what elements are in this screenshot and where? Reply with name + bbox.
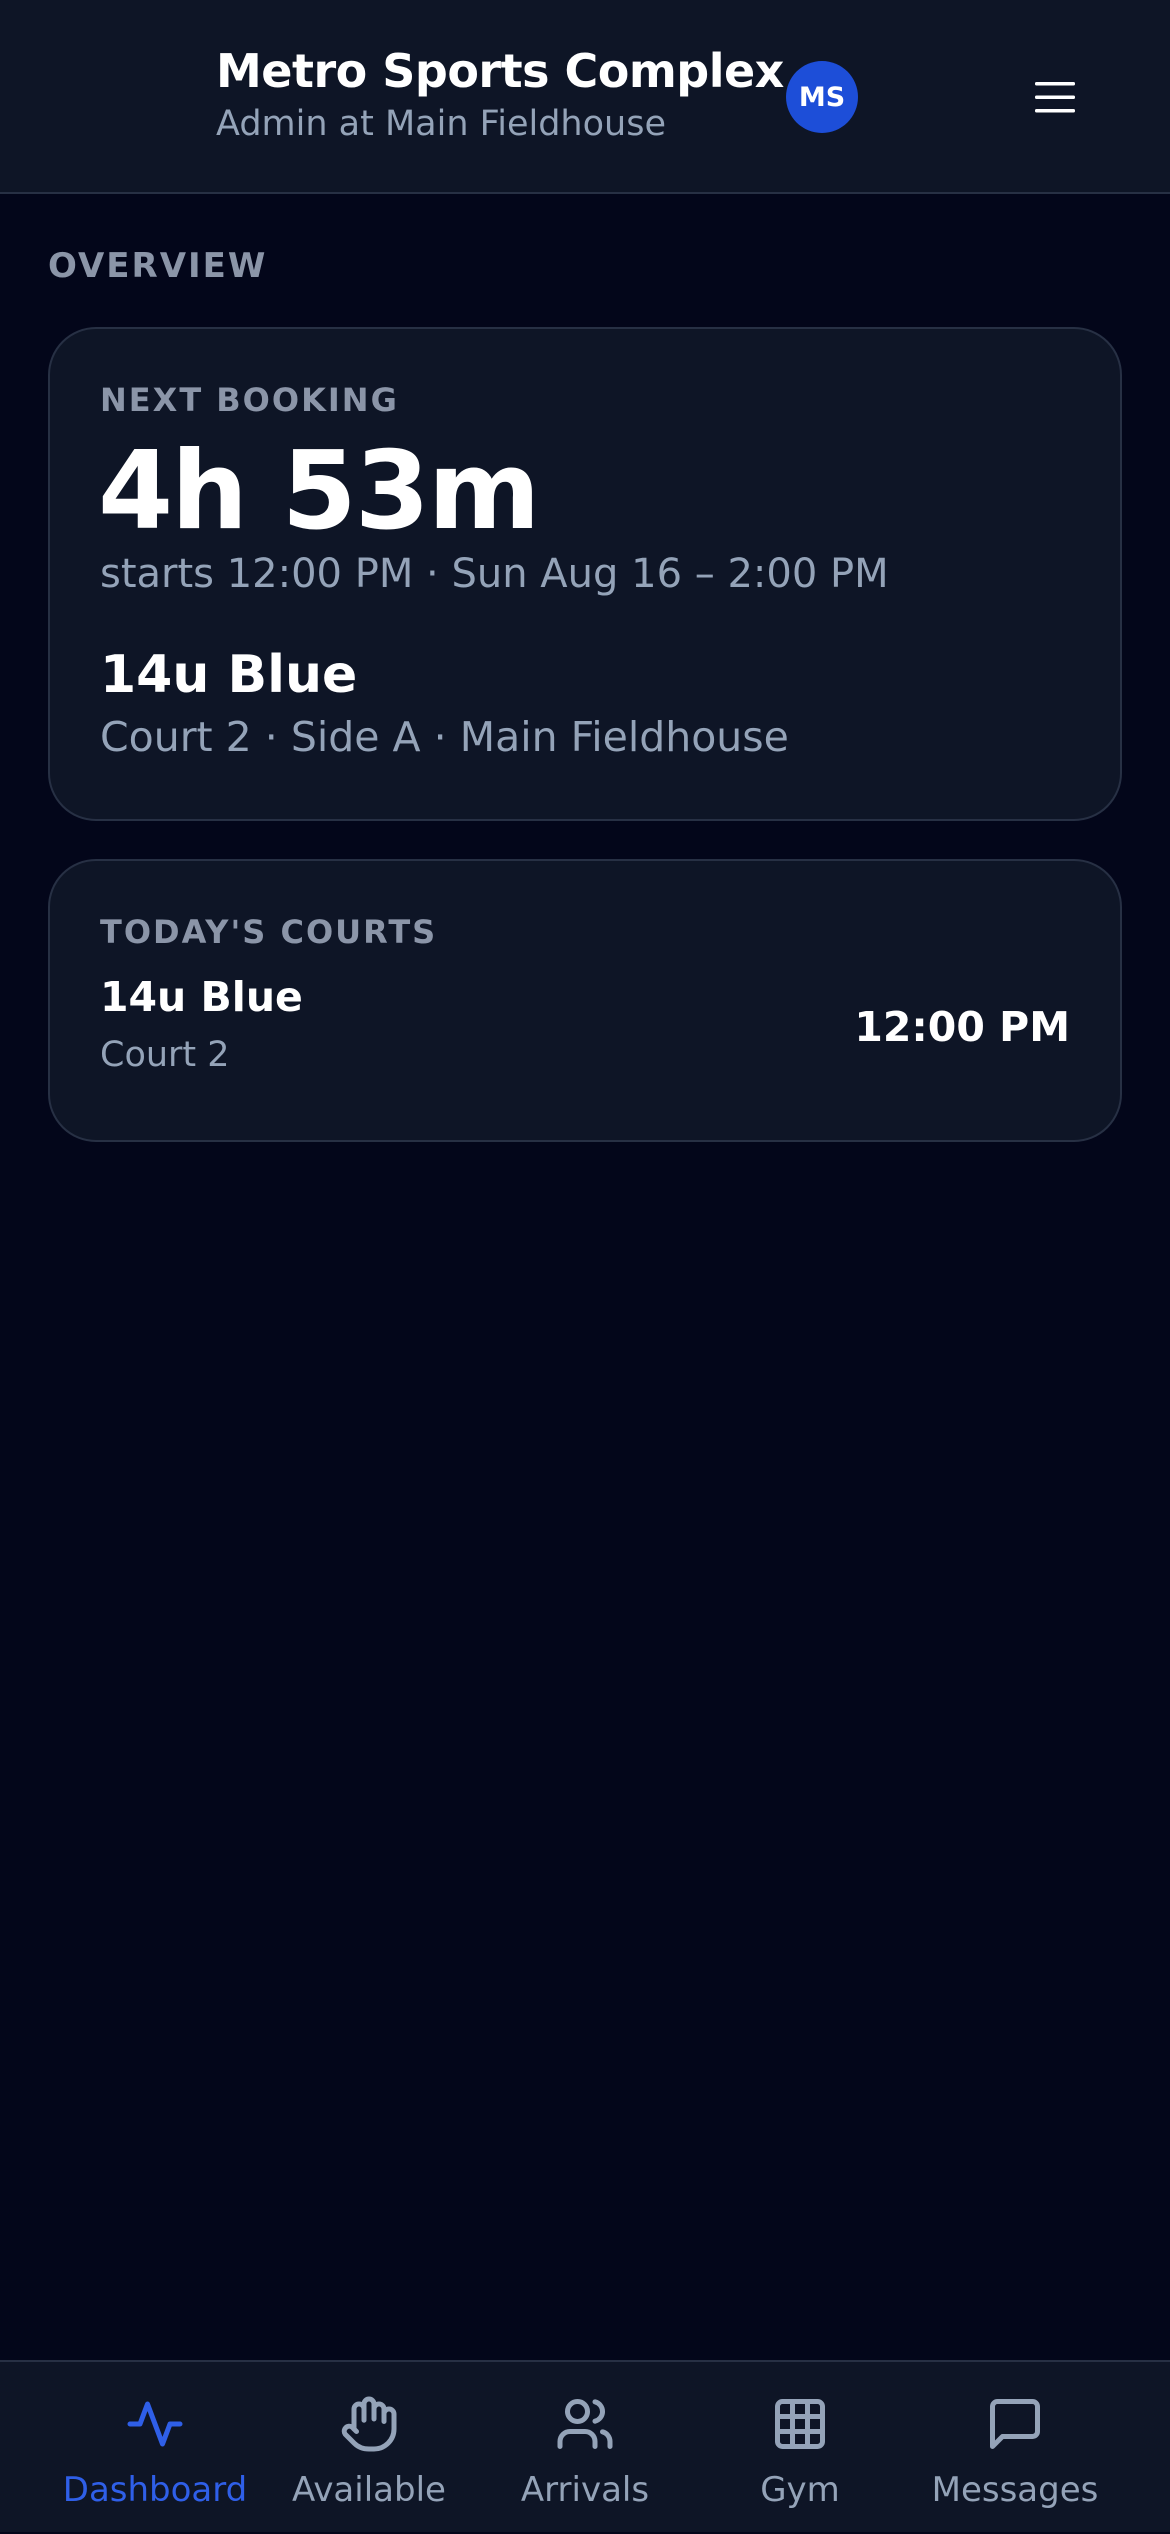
court-start-time: 12:00 PM [854, 1003, 1070, 1051]
court-team-name: 14u Blue [100, 973, 303, 1021]
nav-tab-available[interactable]: Available [262, 2362, 476, 2534]
nav-tab-gym[interactable]: Gym [693, 2362, 907, 2534]
hamburger-menu-icon [1035, 82, 1075, 113]
court-list-item[interactable]: 14u Blue Court 2 12:00 PM [50, 973, 1120, 1093]
booking-location: Court 2 · Side A · Main Fieldhouse [100, 713, 789, 761]
raised-hand-icon [341, 2396, 397, 2452]
nav-label-messages: Messages [931, 2470, 1099, 2510]
message-bubble-icon [990, 2399, 1040, 2449]
booking-team-name: 14u Blue [100, 645, 358, 705]
nav-tab-messages[interactable]: Messages [908, 2362, 1122, 2534]
next-booking-label: NEXT BOOKING [100, 381, 399, 419]
user-role-subtitle: Admin at Main Fieldhouse [216, 104, 666, 144]
nav-tab-arrivals[interactable]: Arrivals [478, 2362, 692, 2534]
todays-courts-label: TODAY'S COURTS [100, 913, 438, 951]
booking-time-range: starts 12:00 PM · Sun Aug 16 – 2:00 PM [100, 551, 889, 597]
app-header: Metro Sports Complex Admin at Main Field… [0, 0, 1170, 194]
overview-section-label: OVERVIEW [48, 246, 268, 286]
app-title: Metro Sports Complex [216, 44, 784, 98]
booking-countdown: 4h 53m [98, 429, 540, 554]
menu-button[interactable] [1018, 62, 1092, 132]
nav-tab-dashboard[interactable]: Dashboard [48, 2362, 262, 2534]
user-avatar[interactable]: MS [786, 61, 858, 133]
activity-pulse-icon [127, 2401, 183, 2447]
grid-icon [775, 2399, 825, 2449]
next-booking-card[interactable]: NEXT BOOKING 4h 53m starts 12:00 PM · Su… [48, 327, 1122, 821]
court-name: Court 2 [100, 1035, 230, 1075]
bottom-navigation: Dashboard Available Arrivals Gym Message… [0, 2360, 1170, 2532]
todays-courts-card: TODAY'S COURTS 14u Blue Court 2 12:00 PM [48, 859, 1122, 1142]
users-icon [557, 2399, 613, 2449]
